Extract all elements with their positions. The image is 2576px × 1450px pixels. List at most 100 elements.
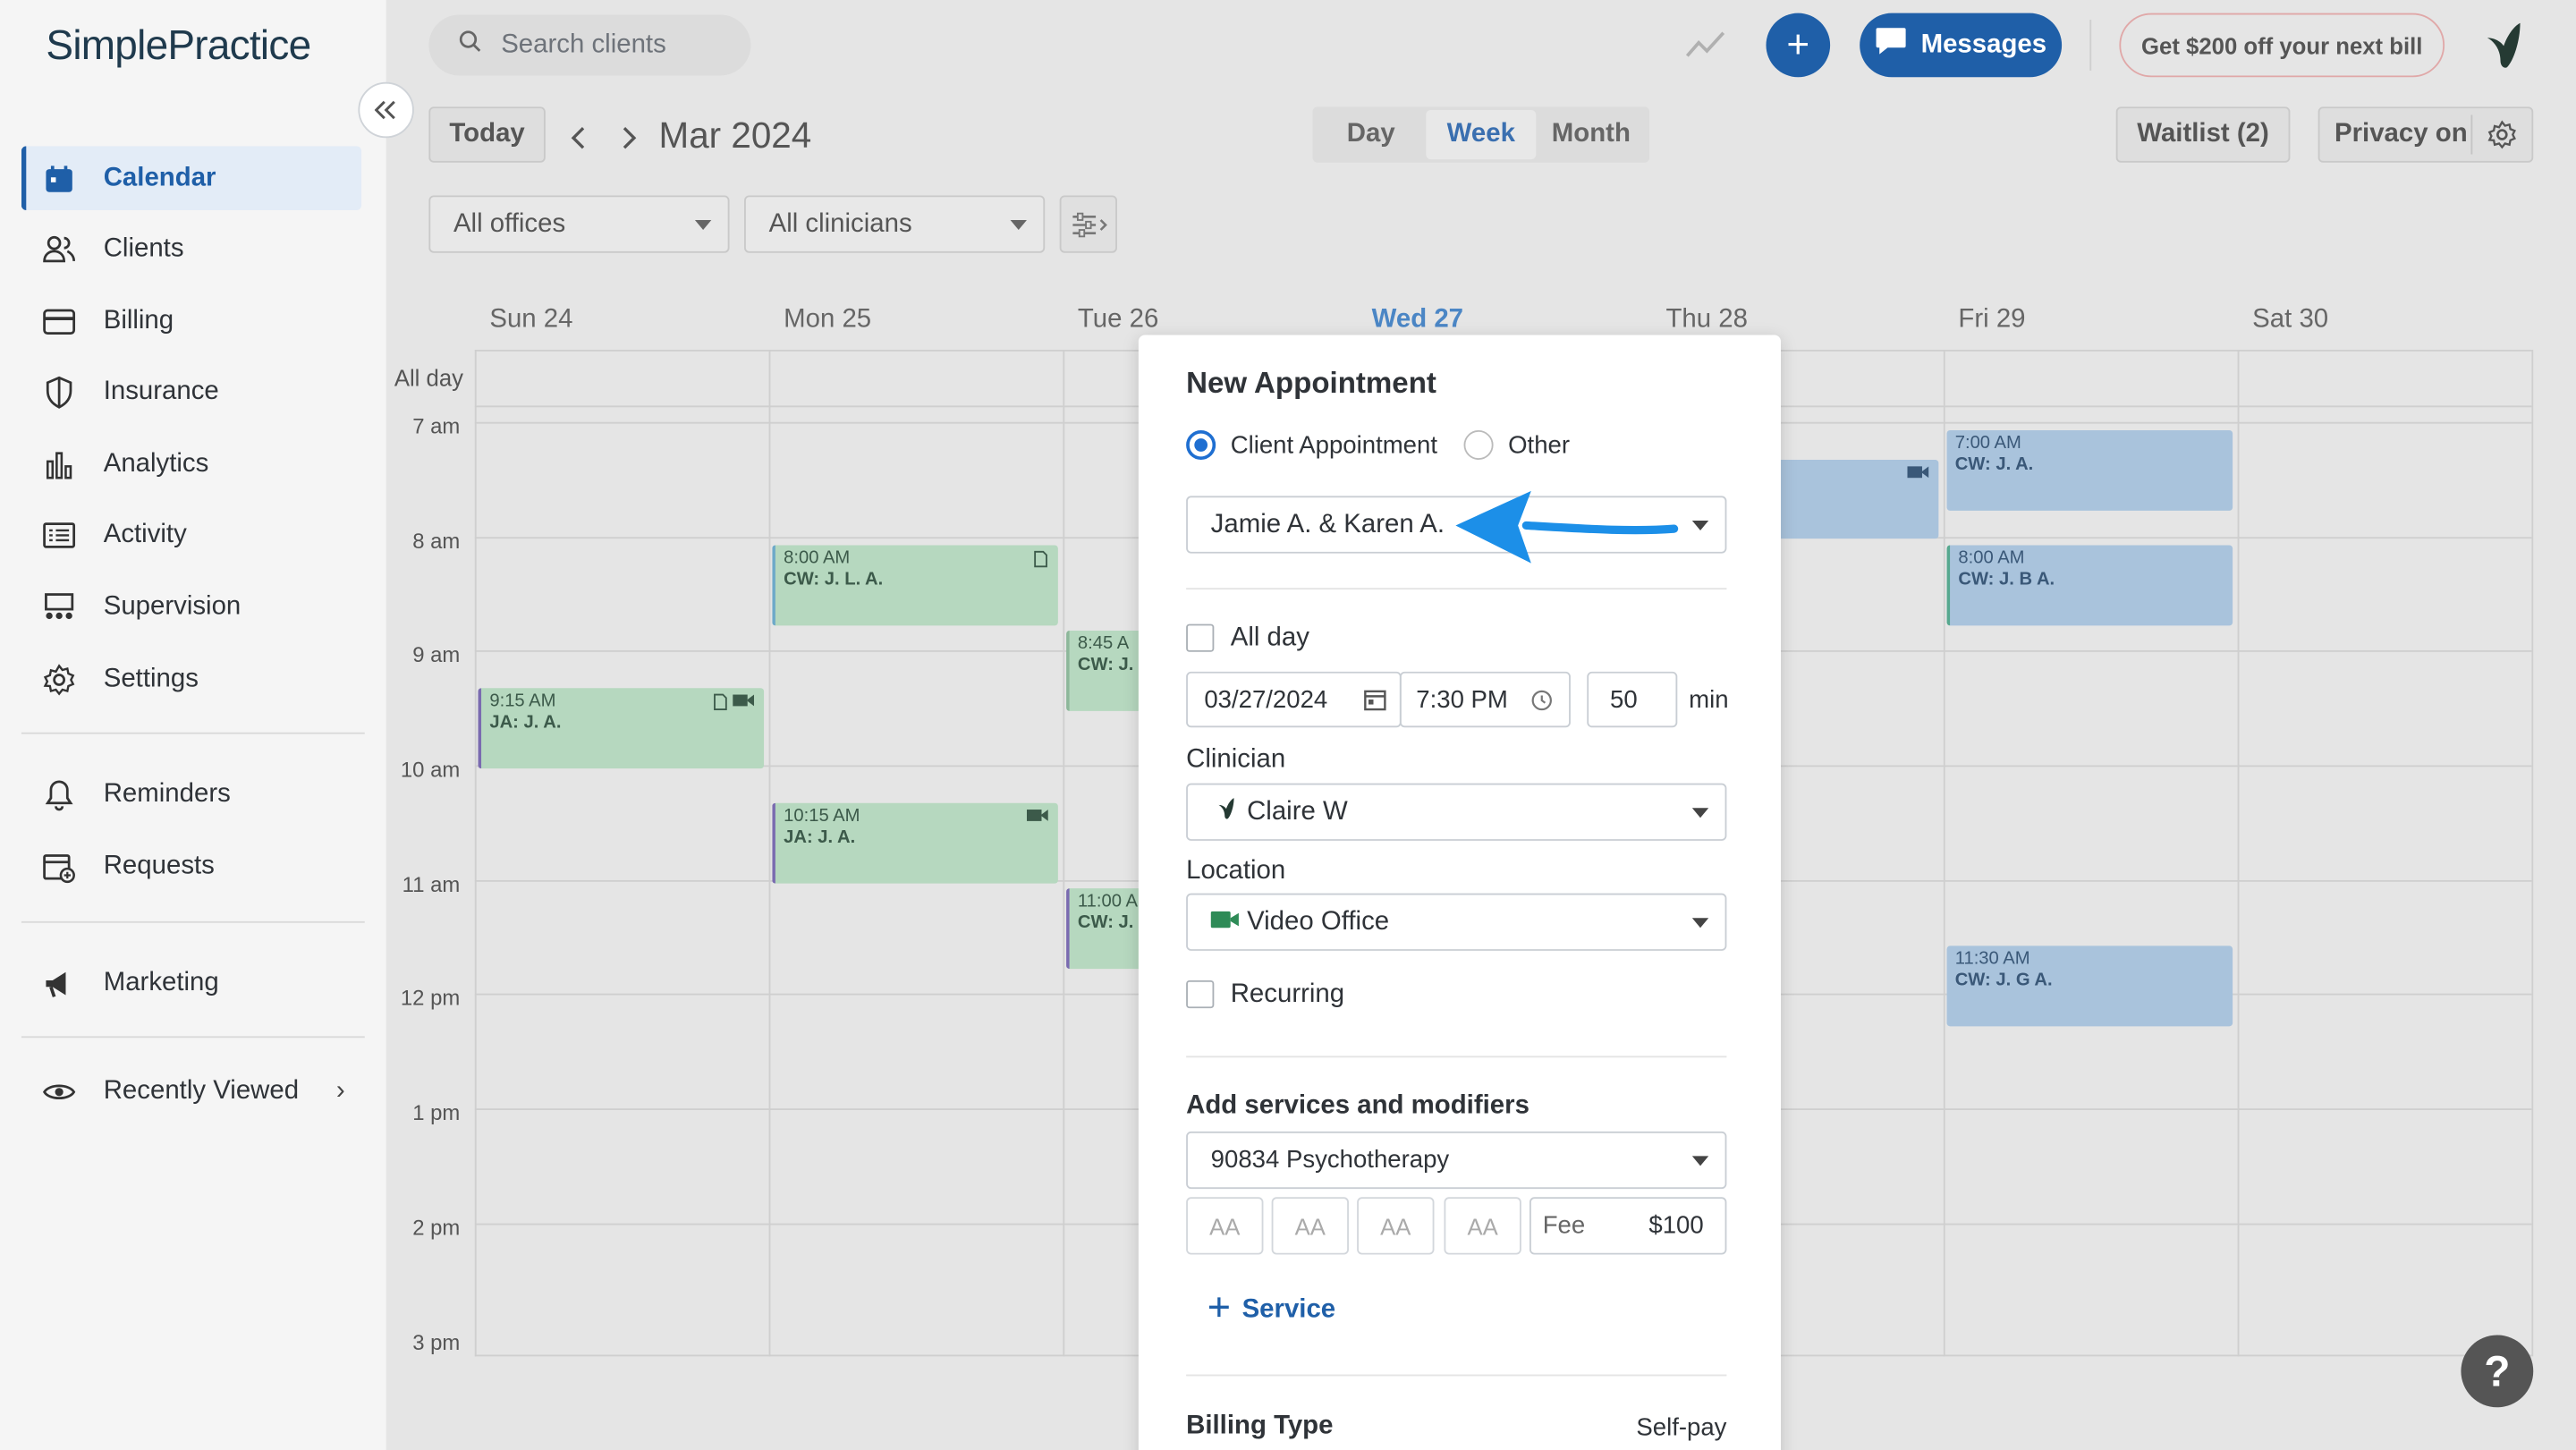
day-header: Sat 30 [2252, 305, 2329, 334]
search-icon [458, 30, 481, 61]
appointment-event[interactable]: 11:00 A CW: J. [1066, 888, 1148, 970]
privacy-button[interactable]: Privacy on [2318, 106, 2534, 163]
divider [1186, 1374, 1727, 1377]
appointment-event[interactable] [1774, 460, 1939, 539]
sidebar-item-analytics[interactable]: Analytics [21, 432, 361, 496]
appointment-event[interactable]: 8:45 A CW: J. [1066, 630, 1148, 711]
location-select[interactable]: Video Office [1186, 893, 1727, 951]
chevron-right-icon [623, 127, 637, 149]
collapse-sidebar-button[interactable] [358, 81, 414, 139]
video-icon [1210, 907, 1241, 937]
event-client: CW: J. G A. [1954, 970, 2053, 990]
sidebar-item-insurance[interactable]: Insurance [21, 360, 361, 424]
service-select[interactable]: 90834 Psychotherapy [1186, 1131, 1727, 1190]
appointment-event[interactable]: 8:00 AM CW: J. L. A. [772, 545, 1058, 626]
sidebar-item-recently-viewed[interactable]: Recently Viewed › [21, 1059, 361, 1124]
waitlist-button[interactable]: Waitlist (2) [2115, 106, 2291, 163]
services-header: Add services and modifiers [1186, 1091, 1530, 1121]
duration-input[interactable]: 50 [1587, 671, 1678, 728]
appointment-event[interactable]: 8:00 AM CW: J. B A. [1946, 545, 2233, 626]
service-select-value: 90834 Psychotherapy [1210, 1146, 1450, 1174]
hour-label: 10 am [400, 757, 461, 782]
trend-icon[interactable] [1684, 28, 1727, 69]
prev-week-button[interactable] [569, 118, 589, 161]
sidebar-item-calendar[interactable]: Calendar [21, 146, 362, 210]
date-input-value: 03/27/2024 [1204, 685, 1328, 714]
sidebar-item-supervision[interactable]: Supervision [21, 575, 361, 640]
search-input[interactable]: Search clients [428, 14, 751, 76]
filter-button[interactable] [1059, 195, 1117, 253]
clinician-select-value: Claire W [1247, 797, 1348, 826]
recurring-checkbox-label[interactable]: Recurring [1231, 980, 1344, 1010]
hour-label: 8 am [412, 529, 461, 554]
modifier-input[interactable]: AA [1186, 1197, 1264, 1255]
video-icon [733, 694, 755, 707]
caret-down-icon [694, 219, 712, 231]
eye-icon [42, 1075, 76, 1108]
view-day-button[interactable]: Day [1316, 110, 1426, 159]
appointment-event[interactable]: 11:30 AM CW: J. G A. [1946, 945, 2233, 1027]
app-logo[interactable]: SimplePractice [46, 23, 311, 71]
clinician-select[interactable]: Claire W [1186, 783, 1727, 841]
supervision-icon [43, 590, 76, 623]
chat-icon [1875, 26, 1908, 64]
credit-card-icon [43, 305, 76, 338]
fee-input[interactable]: Fee $100 [1530, 1197, 1727, 1255]
messages-button[interactable]: Messages [1860, 13, 2063, 78]
bar-chart-icon [43, 447, 76, 480]
add-button[interactable]: + [1766, 13, 1831, 78]
add-service-label: Service [1241, 1295, 1336, 1324]
recurring-checkbox[interactable] [1186, 979, 1215, 1009]
other-radio[interactable] [1463, 429, 1494, 461]
sidebar-item-clients[interactable]: Clients [21, 216, 361, 281]
grid-line [2237, 350, 2240, 1357]
modifier-input[interactable]: AA [1444, 1197, 1521, 1255]
gear-icon[interactable] [2487, 120, 2517, 157]
list-icon [43, 518, 76, 551]
today-button[interactable]: Today [428, 106, 546, 163]
hour-label: 12 pm [400, 985, 461, 1011]
view-toggle: Day Week Month [1312, 106, 1650, 163]
promo-button[interactable]: Get $200 off your next bill [2119, 13, 2445, 78]
sliders-icon [1072, 211, 1107, 237]
offices-select[interactable]: All offices [428, 195, 730, 253]
allday-checkbox[interactable] [1186, 623, 1215, 652]
location-select-value: Video Office [1247, 907, 1390, 936]
sidebar-item-marketing[interactable]: Marketing [21, 951, 361, 1015]
next-week-button[interactable] [619, 118, 639, 161]
hour-label: 2 pm [412, 1215, 461, 1241]
modifier-input[interactable]: AA [1271, 1197, 1349, 1255]
grid-line [768, 350, 771, 1357]
other-label[interactable]: Other [1508, 432, 1570, 460]
caret-down-icon [1010, 219, 1027, 231]
view-week-button[interactable]: Week [1426, 109, 1537, 160]
client-appointment-radio[interactable] [1186, 429, 1216, 461]
help-button[interactable]: ? [2461, 1335, 2534, 1408]
sidebar-item-requests[interactable]: Requests [21, 835, 361, 899]
time-input[interactable]: 7:30 PM [1399, 671, 1571, 728]
appointment-event[interactable]: 7:00 AM CW: J. A. [1946, 429, 2233, 511]
sidebar-item-label: Analytics [103, 449, 209, 478]
appointment-event[interactable]: 10:15 AM JA: J. A. [772, 802, 1058, 884]
sidebar-item-activity[interactable]: Activity [21, 503, 361, 567]
date-input[interactable]: 03/27/2024 [1186, 671, 1402, 728]
month-title: Mar 2024 [658, 114, 812, 157]
sidebar-item-reminders[interactable]: Reminders [21, 762, 361, 827]
sidebar-item-settings[interactable]: Settings [21, 647, 361, 711]
avatar[interactable] [2470, 20, 2526, 72]
sidebar-item-billing[interactable]: Billing [21, 289, 361, 353]
sidebar-item-label: Activity [103, 520, 187, 548]
event-time: 8:00 AM [784, 548, 851, 569]
view-month-button[interactable]: Month [1536, 110, 1646, 159]
clinicians-select[interactable]: All clinicians [744, 195, 1046, 253]
appointment-event[interactable]: 9:15 AM JA: J. A. [478, 688, 765, 769]
sidebar-item-label: Supervision [103, 591, 242, 621]
client-appointment-label[interactable]: Client Appointment [1231, 432, 1437, 460]
add-service-button[interactable]: Service [1208, 1295, 1336, 1325]
allday-checkbox-label[interactable]: All day [1231, 624, 1309, 654]
modifier-input[interactable]: AA [1357, 1197, 1435, 1255]
chevron-left-icon [571, 127, 585, 149]
day-header: Tue 26 [1077, 305, 1159, 334]
event-client: JA: J. A. [784, 827, 856, 848]
calendar-plus-icon [43, 850, 76, 883]
